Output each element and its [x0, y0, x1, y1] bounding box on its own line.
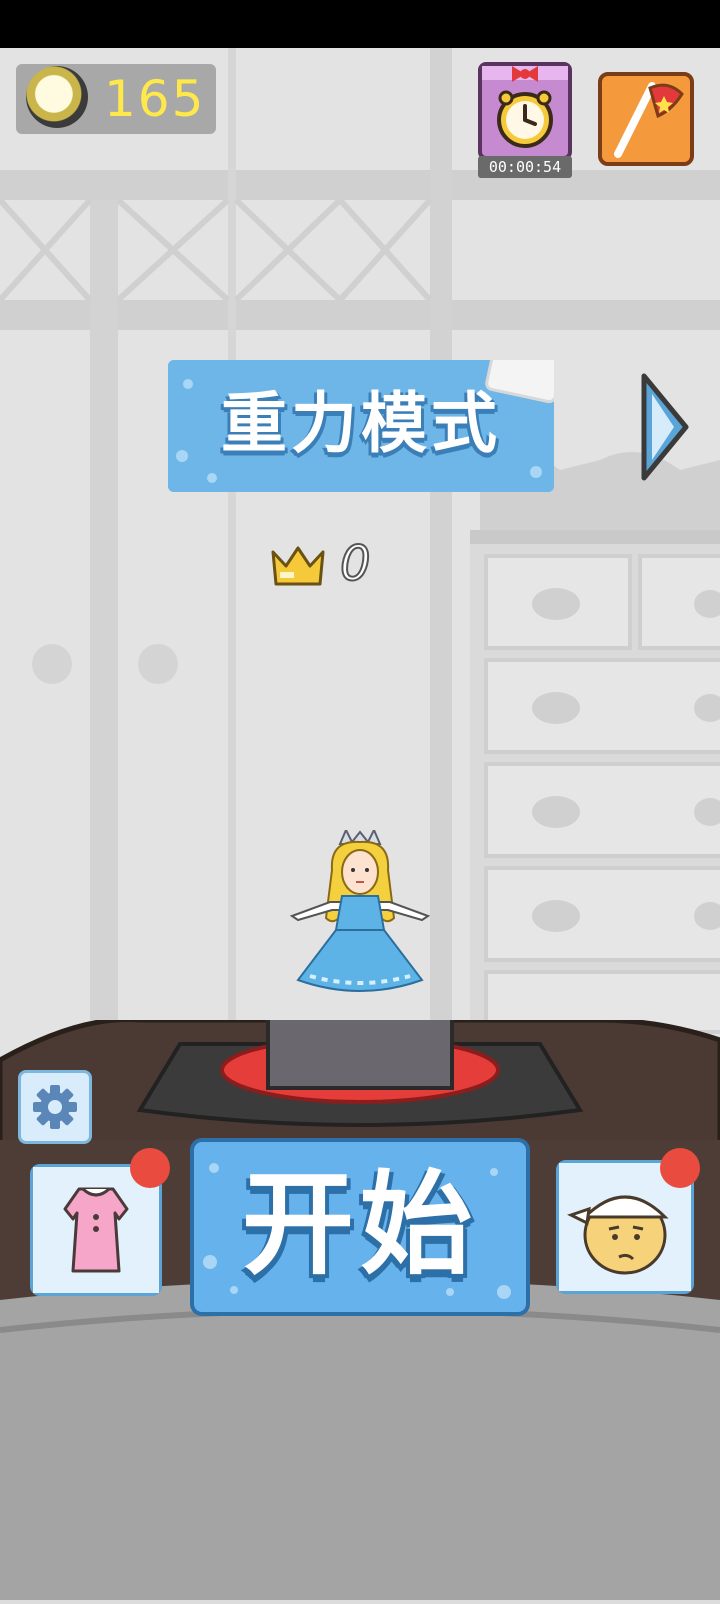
start-button-label: 开始	[242, 1160, 478, 1290]
character-notification-badge	[660, 1148, 700, 1188]
chevron-right-icon	[641, 373, 689, 481]
wardrobe-notification-badge	[130, 1148, 170, 1188]
alarm-clock-icon	[482, 66, 568, 148]
best-score: 0	[339, 535, 372, 593]
gear-icon	[33, 1085, 77, 1129]
coin-count: 165	[104, 70, 206, 128]
timer-reward-button[interactable]	[478, 62, 572, 160]
mode-title: 重力模式	[221, 385, 501, 462]
timer-countdown: 00:00:54	[478, 156, 572, 178]
flag-icon	[614, 82, 684, 158]
coin-icon	[26, 66, 88, 128]
flag-button[interactable]	[598, 72, 694, 166]
crown-icon	[270, 544, 326, 586]
princess-character	[290, 830, 430, 992]
status-bar	[0, 0, 720, 48]
next-mode-button[interactable]	[640, 372, 690, 482]
settings-button[interactable]	[18, 1070, 92, 1144]
